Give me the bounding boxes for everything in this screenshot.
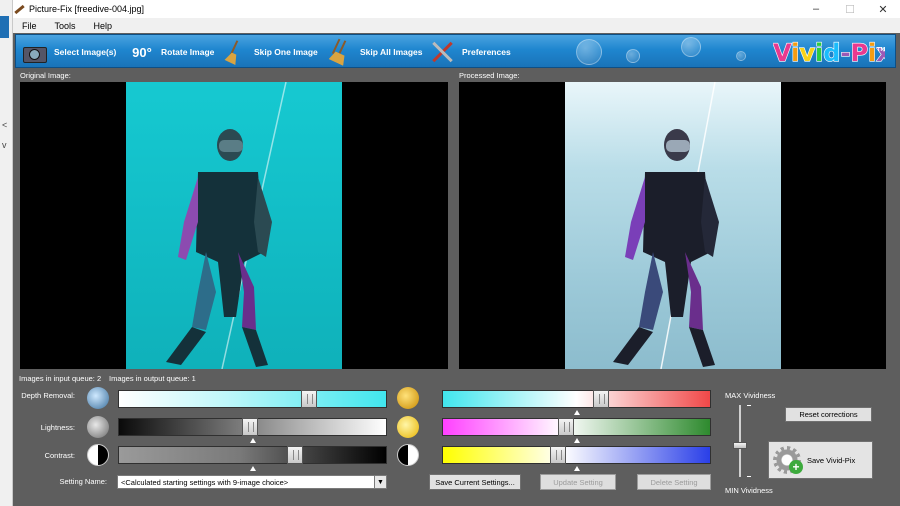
magenta-green-thumb[interactable] (557, 418, 574, 436)
decorative-bubble (576, 39, 602, 65)
toolbar: Select Image(s) 90° Rotate Image Skip On… (15, 34, 896, 68)
sun-cloud-icon (397, 416, 419, 438)
background-window-accent (0, 16, 9, 38)
cyan-red-default-marker (573, 410, 580, 415)
delete-setting-button[interactable]: Delete Setting (637, 474, 711, 490)
diving-helmet-icon (397, 387, 419, 409)
rotate-badge: 90° (132, 44, 152, 60)
save-vivid-pix-button[interactable]: + Save Vivid-Pix (768, 441, 873, 479)
setting-name-label: Setting Name: (59, 477, 107, 486)
depth-removal-label: Depth Removal: (21, 391, 75, 400)
yellow-blue-thumb[interactable] (549, 446, 566, 464)
vivid-pix-logo: Vivid-Pix TM (773, 35, 885, 69)
background-scroll-arrow-icon: < (2, 120, 8, 130)
input-queue-count: 2 (96, 374, 102, 383)
input-queue-status: Images in input queue: 2 (19, 374, 101, 383)
rotate-image-label: Rotate Image (161, 47, 215, 57)
update-setting-button[interactable]: Update Setting (540, 474, 616, 490)
vivid-pix-logo-art: Vivid-Pix TM (773, 38, 885, 67)
maximize-button[interactable]: ☐ (835, 0, 865, 18)
original-image-label: Original Image: (20, 71, 71, 80)
background-chevron-icon: v (2, 140, 7, 150)
lightness-slider[interactable] (118, 418, 387, 443)
lightness-thumb[interactable] (241, 418, 258, 436)
moon-icon (87, 416, 109, 438)
app-brush-icon (13, 3, 25, 15)
min-vividness-label: MIN Vividness (725, 486, 773, 495)
snorkel-mask-icon (87, 387, 109, 409)
decorative-bubble (736, 51, 746, 61)
menu-file[interactable]: File (13, 21, 46, 31)
preferences-button[interactable]: Preferences (428, 35, 511, 69)
svg-text:Vivid-Pix: Vivid-Pix (773, 39, 885, 67)
depth-removal-slider[interactable] (118, 390, 387, 408)
cyan-red-thumb[interactable] (592, 390, 609, 408)
processed-image-panel (459, 82, 886, 369)
lightness-label: Lightness: (40, 423, 75, 432)
original-photo (126, 82, 342, 369)
menu-help[interactable]: Help (85, 21, 122, 31)
plus-icon: + (789, 460, 803, 474)
contrast-default-marker (249, 466, 256, 471)
gear-icon: + (773, 446, 803, 474)
lightness-default-marker (249, 438, 256, 443)
save-current-settings-button[interactable]: Save Current Settings... (429, 474, 521, 490)
logo-trademark: TM (877, 47, 885, 53)
original-image-panel (20, 82, 448, 369)
background-window-edge: < v (0, 0, 13, 506)
cyan-red-slider[interactable] (442, 390, 711, 415)
select-images-button[interactable]: Select Image(s) (20, 35, 116, 69)
skip-one-button[interactable]: Skip One Image (220, 35, 318, 69)
decorative-bubble (681, 37, 701, 57)
processed-diver-illustration (613, 82, 719, 369)
tools-icon (428, 39, 458, 65)
contrast-slider[interactable] (118, 446, 387, 471)
vividness-thumb[interactable] (733, 442, 747, 450)
yellow-blue-slider[interactable] (442, 446, 711, 471)
original-diver-illustration (166, 82, 287, 369)
output-queue-status: Images in output queue: 1 (109, 374, 196, 383)
yellow-blue-default-marker (573, 466, 580, 471)
contrast-label: Contrast: (44, 451, 75, 460)
menu-bar: File Tools Help (13, 18, 900, 33)
close-button[interactable]: ✕ (868, 0, 898, 18)
output-queue-label: Images in output queue: (109, 374, 190, 383)
processed-photo (565, 82, 781, 369)
title-bar: Picture-Fix [freedive-004.jpg] – ☐ ✕ (13, 0, 900, 18)
high-contrast-icon (397, 444, 419, 466)
output-queue-count: 1 (191, 374, 196, 383)
dropdown-arrow-icon[interactable]: ▼ (374, 476, 386, 488)
low-contrast-icon (87, 444, 109, 466)
setting-name-value: <Calculated starting settings with 9-ima… (121, 477, 289, 487)
depth-removal-thumb[interactable] (300, 390, 317, 408)
app-window: Picture-Fix [freedive-004.jpg] – ☐ ✕ Fil… (13, 0, 900, 506)
reset-corrections-button[interactable]: Reset corrections (785, 407, 872, 422)
magenta-green-default-marker (573, 438, 580, 443)
skip-all-button[interactable]: Skip All Images (326, 35, 423, 69)
rotate-image-button[interactable]: 90° Rotate Image (127, 35, 214, 69)
max-vividness-label: MAX Vividness (725, 391, 776, 400)
magenta-green-slider[interactable] (442, 418, 711, 443)
menu-tools[interactable]: Tools (46, 21, 85, 31)
skip-one-label: Skip One Image (254, 47, 318, 57)
vividness-tick-bottom (747, 476, 751, 477)
vividness-track[interactable] (739, 405, 741, 477)
camera-icon (20, 39, 50, 65)
rotate-90-icon: 90° (127, 39, 157, 65)
skip-all-label: Skip All Images (360, 47, 423, 57)
decorative-bubble (626, 49, 640, 63)
save-vivid-pix-label: Save Vivid-Pix (807, 455, 856, 465)
broom-icon (220, 39, 250, 65)
double-broom-icon (326, 39, 356, 65)
window-title: Picture-Fix [freedive-004.jpg] (29, 4, 145, 14)
setting-name-dropdown[interactable]: <Calculated starting settings with 9-ima… (117, 475, 387, 489)
vividness-tick-top (747, 405, 751, 406)
select-images-label: Select Image(s) (54, 47, 117, 57)
minimize-button[interactable]: – (801, 0, 831, 18)
preferences-label: Preferences (462, 47, 511, 57)
processed-image-label: Processed Image: (459, 71, 520, 80)
contrast-thumb[interactable] (287, 446, 304, 464)
input-queue-label: Images in input queue: (19, 374, 95, 383)
